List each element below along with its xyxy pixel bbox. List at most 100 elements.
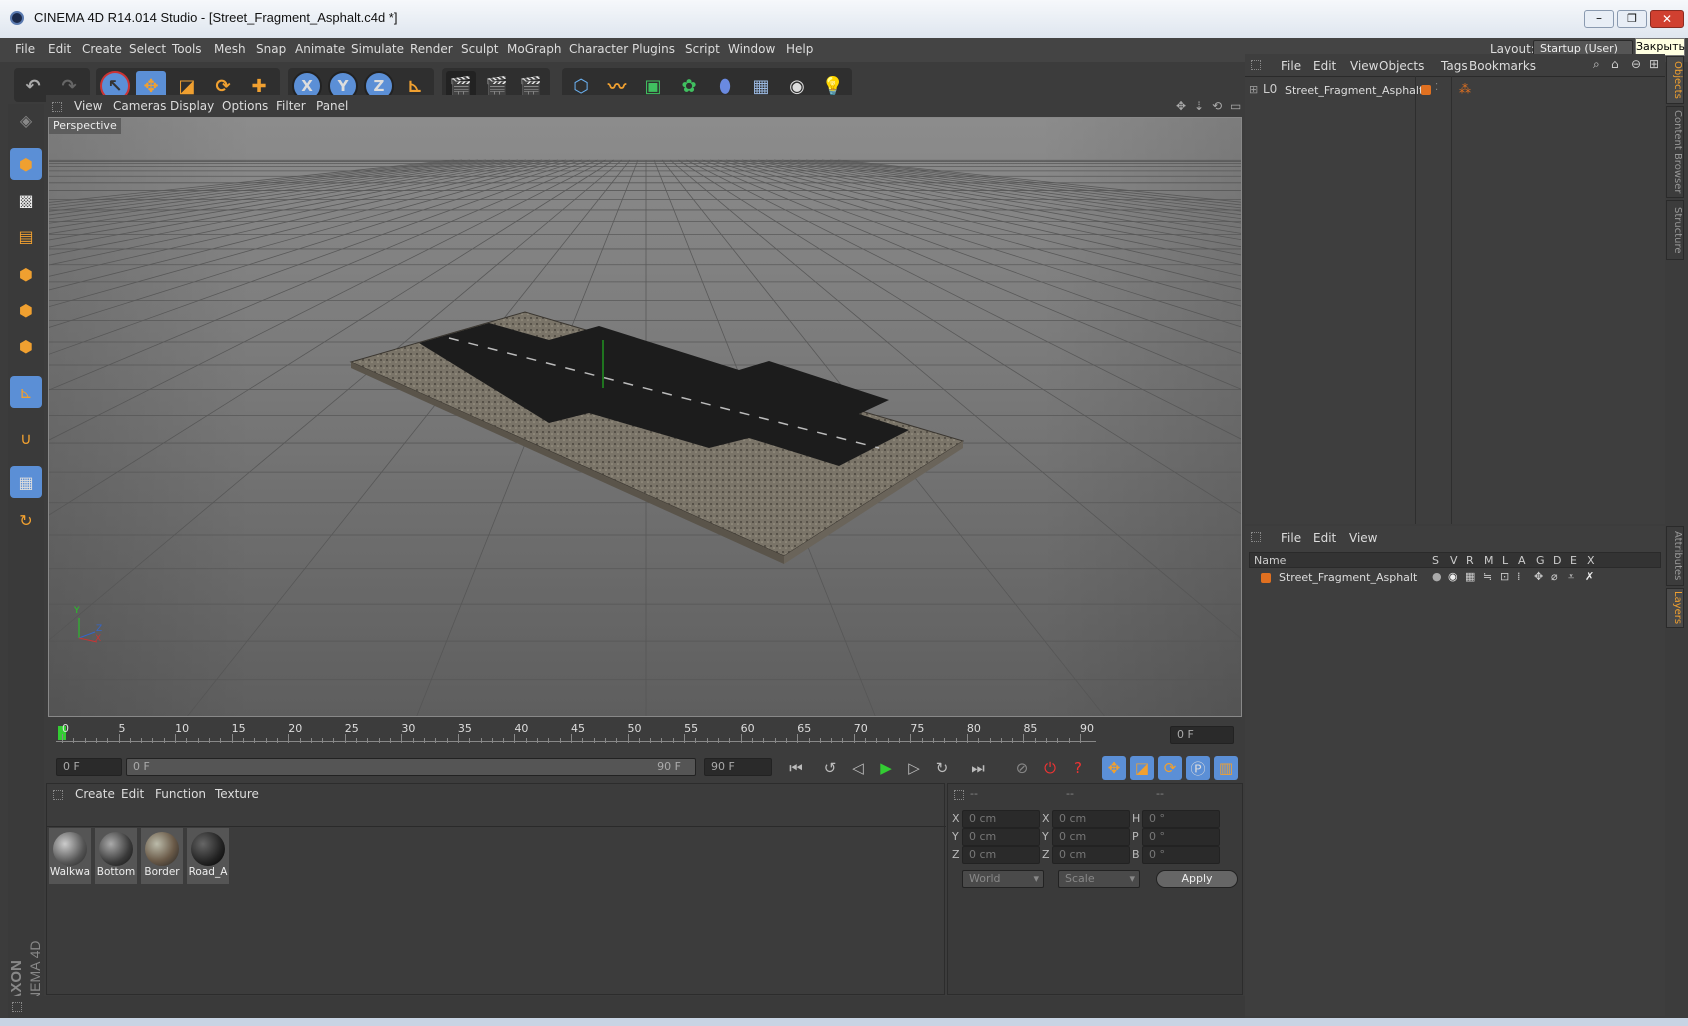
next-key-icon[interactable]: ↻ (930, 756, 954, 780)
deformer-toggle-icon[interactable]: ⌀ (1551, 570, 1558, 583)
apply-button[interactable]: Apply (1156, 870, 1238, 888)
end-frame-field[interactable]: 90 F (704, 758, 772, 776)
viewport-maximize-icon[interactable]: ▭ (1230, 99, 1241, 113)
record-keys-icon[interactable]: ⊘ (1010, 756, 1034, 780)
search-icon[interactable]: ⌕ (1593, 57, 1600, 72)
material-border[interactable]: Border (141, 828, 183, 884)
tab-objects[interactable]: Objects (1666, 56, 1684, 104)
menu-render[interactable]: Render (410, 42, 453, 56)
generator-icon[interactable]: ✥ (1534, 570, 1543, 583)
menu-mesh[interactable]: Mesh (214, 42, 246, 56)
snap-icon[interactable]: ↻ (10, 504, 42, 536)
polygons-mode-icon[interactable]: ⬢ (10, 330, 42, 362)
timeline-layout-icon[interactable]: ▥ (1214, 756, 1238, 780)
menu-plugins[interactable]: Plugins (632, 42, 675, 56)
close-button[interactable]: ✕ (1650, 10, 1684, 28)
texture-mode-icon[interactable]: ▩ (10, 184, 42, 216)
menu-tools[interactable]: Tools (172, 42, 202, 56)
edges-mode-icon[interactable]: ⬢ (10, 294, 42, 326)
menu-select[interactable]: Select (129, 42, 166, 56)
points-mode-icon[interactable]: ⬢ (10, 258, 42, 290)
object-menu-tags[interactable]: Tags (1441, 59, 1468, 73)
previous-key-icon[interactable]: ↺ (818, 756, 842, 780)
coord-field[interactable]: 0 ° (1142, 846, 1220, 864)
make-editable-icon[interactable]: ◈ (10, 104, 42, 136)
maximize-button[interactable]: ❐ (1617, 10, 1647, 28)
coord-field[interactable]: 0 cm (1052, 828, 1130, 846)
play-icon[interactable]: ▶ (874, 756, 898, 780)
go-to-end-icon[interactable]: ⏭ (966, 756, 990, 780)
current-frame-field[interactable]: 0 F (1170, 726, 1234, 744)
viewport-menu-options[interactable]: Options (222, 99, 268, 113)
axis-mode-icon[interactable]: ⊾ (10, 376, 42, 408)
previous-frame-icon[interactable]: ◁ (846, 756, 870, 780)
viewport-menu-view[interactable]: View (74, 99, 102, 113)
layer-menu-file[interactable]: File (1281, 531, 1301, 545)
new-window-icon[interactable]: ⊞ (1649, 57, 1659, 71)
object-menu-edit[interactable]: Edit (1313, 59, 1336, 73)
key-position-icon[interactable]: ✥ (1102, 756, 1126, 780)
viewport-move-icon[interactable]: ✥ (1176, 99, 1186, 113)
layer-color-swatch[interactable] (1261, 573, 1271, 583)
coord-field[interactable]: 0 cm (962, 810, 1040, 828)
coord-field[interactable]: 0 cm (1052, 810, 1130, 828)
layer-row[interactable]: Street_Fragment_Asphalt ● ◉ ▦ ≒ ⊡ ⁞ ✥ ⌀ … (1249, 570, 1661, 586)
material-menu-edit[interactable]: Edit (121, 787, 144, 801)
menu-edit[interactable]: Edit (48, 42, 71, 56)
coord-field[interactable]: 0 ° (1142, 810, 1220, 828)
material-menu-texture[interactable]: Texture (215, 787, 259, 801)
layer-color-icon[interactable] (1421, 85, 1431, 95)
viewport-menu-filter[interactable]: Filter (276, 99, 306, 113)
next-frame-icon[interactable]: ▷ (902, 756, 926, 780)
keyframe-selection-icon[interactable]: ? (1066, 756, 1090, 780)
menu-snap[interactable]: Snap (256, 42, 286, 56)
material-road-asphalt[interactable]: Road_A (187, 828, 229, 884)
menu-simulate[interactable]: Simulate (351, 42, 404, 56)
viewport-zoom-icon[interactable]: ⇣ (1194, 99, 1204, 113)
menu-create[interactable]: Create (82, 42, 122, 56)
key-rotation-icon[interactable]: ⟳ (1158, 756, 1182, 780)
layer-menu-view[interactable]: View (1349, 531, 1377, 545)
link-icon[interactable]: ⊖ (1631, 57, 1641, 71)
material-menu-create[interactable]: Create (75, 787, 115, 801)
workplane-lock-icon[interactable]: ▦ (10, 466, 42, 498)
model-mode-icon[interactable]: ⬢ (10, 148, 42, 180)
menu-sculpt[interactable]: Sculpt (461, 42, 498, 56)
menu-script[interactable]: Script (685, 42, 720, 56)
expand-icon[interactable]: ⊞ (1249, 83, 1258, 96)
tab-attributes[interactable]: Attributes (1666, 526, 1684, 586)
minimize-button[interactable]: – (1584, 10, 1614, 28)
key-scale-icon[interactable]: ◪ (1130, 756, 1154, 780)
material-walkway[interactable]: Walkwa (49, 828, 91, 884)
object-menu-file[interactable]: File (1281, 59, 1301, 73)
coord-field[interactable]: 0 cm (1052, 846, 1130, 864)
coord-field[interactable]: 0 cm (962, 828, 1040, 846)
viewport-menu-panel[interactable]: Panel (316, 99, 348, 113)
coord-field[interactable]: 0 ° (1142, 828, 1220, 846)
object-menu-bookmarks[interactable]: Bookmarks (1469, 59, 1536, 73)
menu-file[interactable]: File (15, 42, 35, 56)
tag-icon[interactable]: ⁂ (1459, 82, 1471, 96)
render-icon[interactable]: ▦ (1465, 570, 1475, 583)
frame-range-slider[interactable]: 0 F 90 F (126, 758, 696, 776)
solo-icon[interactable]: ● (1432, 570, 1442, 583)
viewport-rotate-icon[interactable]: ⟲ (1212, 99, 1222, 113)
material-bottom[interactable]: Bottom (95, 828, 137, 884)
menu-window[interactable]: Window (728, 42, 775, 56)
workplane-icon[interactable]: ▤ (10, 220, 42, 252)
viewport-menu-display[interactable]: Display (170, 99, 214, 113)
visible-icon[interactable]: ◉ (1448, 570, 1458, 583)
object-menu-objects[interactable]: Objects (1379, 59, 1424, 73)
xref-icon[interactable]: ✗ (1585, 570, 1594, 583)
autokey-icon[interactable]: ⏻ (1038, 756, 1062, 780)
menu-animate[interactable]: Animate (295, 42, 345, 56)
menu-mograph[interactable]: MoGraph (507, 42, 562, 56)
magnet-icon[interactable]: ∪ (10, 422, 42, 454)
start-frame-field[interactable]: 0 F (56, 758, 122, 776)
tab-structure[interactable]: Structure (1666, 200, 1684, 260)
coord-field[interactable]: 0 cm (962, 846, 1040, 864)
manager-icon[interactable]: ≒ (1483, 570, 1492, 583)
scale-dropdown[interactable]: Scale ▾ (1058, 870, 1140, 888)
lock-icon[interactable]: ⊡ (1500, 570, 1509, 583)
object-row[interactable]: ⊞ L0 Street_Fragment_Asphalt ⁚ ⁂ (1249, 82, 1649, 100)
